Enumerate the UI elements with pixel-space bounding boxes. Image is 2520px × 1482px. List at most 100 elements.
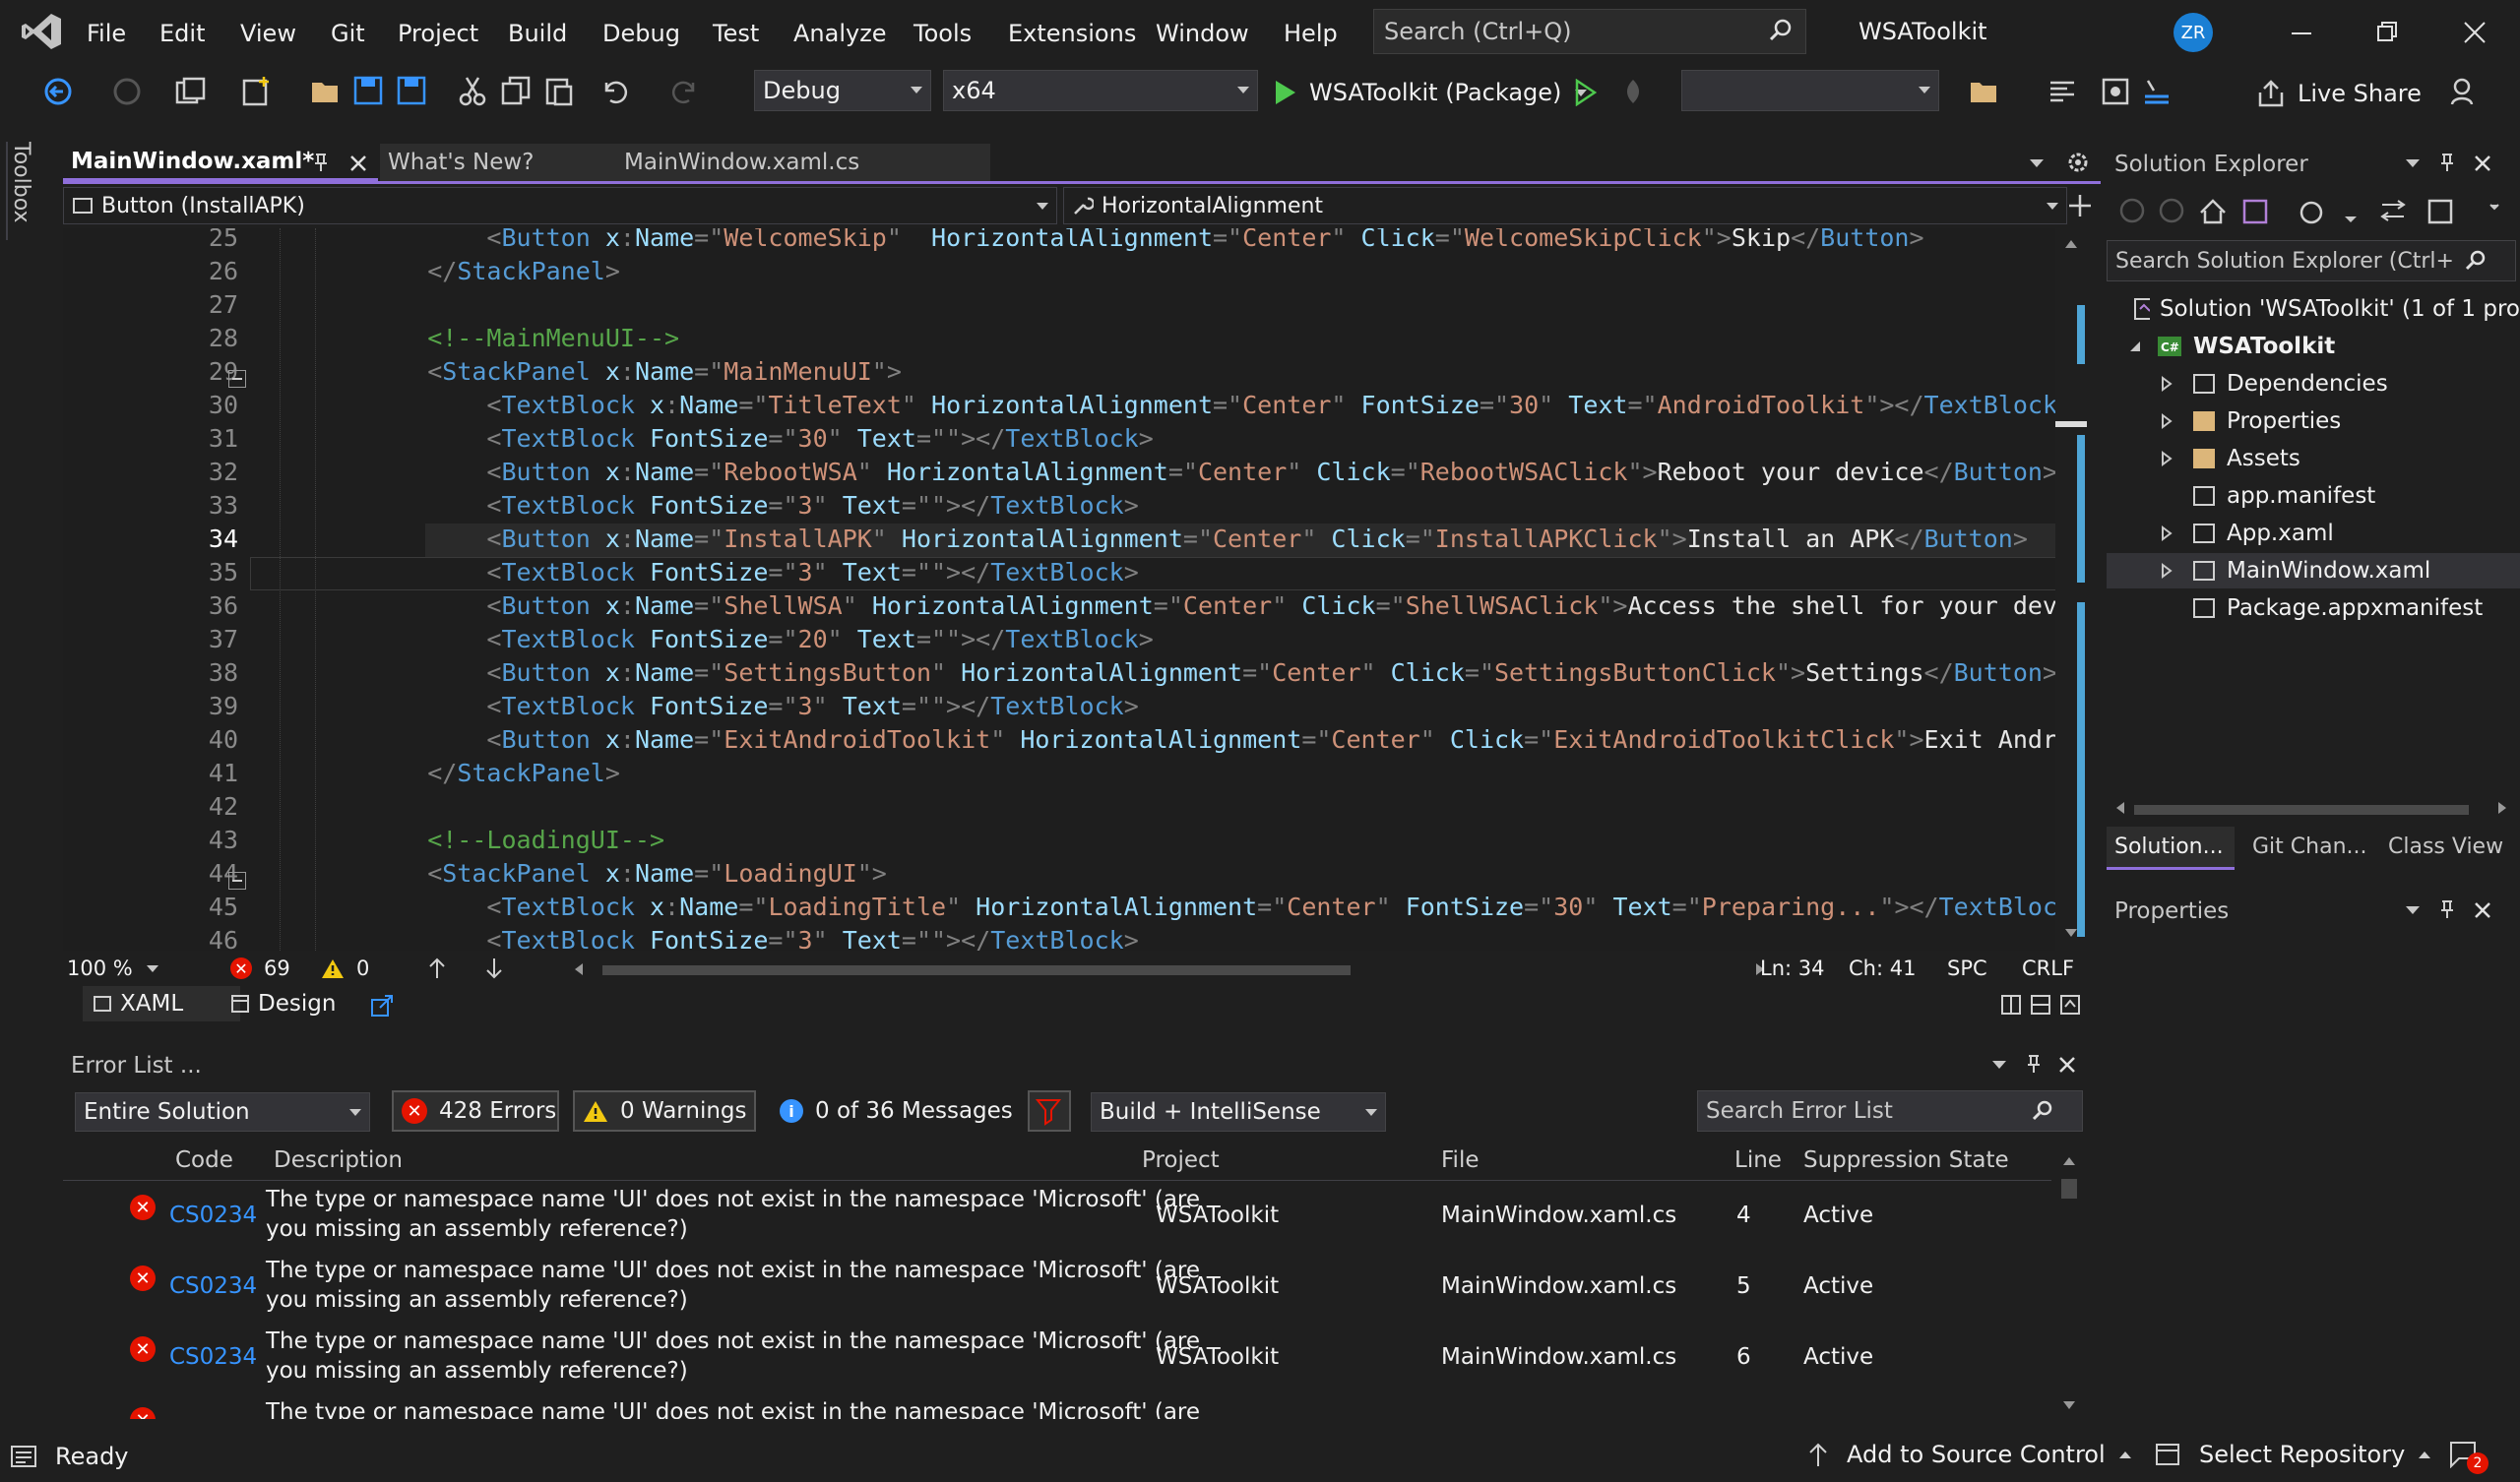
menu-window[interactable]: Window (1156, 20, 1249, 47)
error-indicator[interactable]: ✕ 69 (230, 957, 290, 980)
select-repository-button[interactable]: Select Repository (2154, 1441, 2431, 1468)
save-icon[interactable] (352, 75, 384, 106)
tab-mainwindow-xaml-cs[interactable]: MainWindow.xaml.cs (616, 144, 990, 181)
save-all-icon[interactable] (396, 75, 427, 106)
format-icon[interactable] (2048, 77, 2077, 106)
scroll-down-icon[interactable] (2063, 927, 2079, 939)
horizontal-scrollbar[interactable] (573, 962, 1774, 976)
tree-item-package-appxmanifest[interactable]: Package.appxmanifest (2107, 590, 2520, 626)
cell-code[interactable]: CS0234 (169, 1344, 257, 1370)
tab-overflow-icon[interactable] (2028, 157, 2046, 169)
navigate-back-icon[interactable] (43, 77, 73, 106)
search-error-list-input[interactable]: Search Error List (1697, 1090, 2083, 1132)
build-source-select[interactable]: Build + IntelliSense (1091, 1092, 1386, 1132)
element-select[interactable]: Button (InstallAPK) (63, 187, 1057, 224)
line-ending-indicator[interactable]: CRLF (2022, 957, 2074, 980)
startup-item-select[interactable] (1681, 70, 1939, 111)
live-share-button[interactable]: Live Share (2256, 75, 2422, 112)
messages-filter-button[interactable]: i 0 of 36 Messages (772, 1090, 1013, 1132)
column-line[interactable]: Line (1734, 1147, 1782, 1173)
pin-panel-icon[interactable] (2024, 1053, 2044, 1075)
whitespace-indicator[interactable]: SPC (1947, 957, 1987, 980)
se-horizontal-scrollbar[interactable] (2114, 801, 2508, 817)
restore-button[interactable] (2366, 20, 2406, 45)
paste-icon[interactable] (543, 75, 575, 106)
scroll-up-icon[interactable] (2063, 238, 2079, 250)
solution-folder-icon[interactable] (1969, 77, 1998, 106)
code-editor[interactable]: 25 <Button x:Name="WelcomeSkip" Horizont… (63, 228, 2087, 951)
split-icon[interactable] (2067, 193, 2093, 218)
menu-edit[interactable]: Edit (159, 20, 205, 47)
table-row[interactable]: ✕ CS0234 The type or namespace name 'UI' d… (63, 1183, 2051, 1254)
column-description[interactable]: Description (274, 1147, 403, 1173)
avatar[interactable]: ZR (2174, 13, 2213, 52)
property-select[interactable]: HorizontalAlignment (1063, 187, 2067, 224)
props-close-icon[interactable] (2473, 900, 2492, 920)
undo-icon[interactable] (598, 75, 630, 106)
panel-menu-icon[interactable] (1990, 1059, 2008, 1071)
tab-design[interactable]: Design (220, 986, 336, 1021)
se-close-icon[interactable] (2473, 154, 2492, 173)
menu-analyze[interactable]: Analyze (793, 20, 887, 47)
error-scroll-thumb[interactable] (2061, 1179, 2077, 1199)
solution-node[interactable]: Solution 'WSAToolkit' (1 of 1 pro (2132, 291, 2520, 327)
table-row[interactable]: ✕ CS0234 The type or namespace name 'UI' d… (63, 1325, 2051, 1395)
scope-select[interactable]: Entire Solution (75, 1092, 370, 1132)
add-item-icon[interactable] (240, 75, 274, 108)
next-issue-icon[interactable] (484, 957, 504, 980)
start-debugging-button[interactable]: WSAToolkit (Package) (1272, 73, 1588, 112)
gear-icon[interactable] (2065, 150, 2091, 175)
cell-code[interactable]: CS0234 (169, 1203, 257, 1228)
props-pin-icon[interactable] (2437, 898, 2457, 920)
tree-item-assets[interactable]: Assets (2107, 441, 2520, 476)
debug-target-icon[interactable] (2101, 77, 2130, 106)
column-code[interactable]: Code (175, 1147, 233, 1173)
notifications-icon[interactable]: 2 (2447, 1439, 2488, 1474)
cut-icon[interactable] (457, 75, 488, 106)
table-row[interactable]: ✕ CS0234 The type or namespace name 'UI' d… (63, 1254, 2051, 1325)
popout-icon[interactable] (370, 994, 394, 1018)
tree-item-mainwindow-xaml[interactable]: MainWindow.xaml (2107, 553, 2520, 588)
props-menu-icon[interactable] (2404, 904, 2422, 916)
menu-debug[interactable]: Debug (602, 20, 680, 47)
line-indicator[interactable]: Ln: 34 (1760, 957, 1824, 980)
vs-logo-icon[interactable] (20, 12, 63, 51)
menu-file[interactable]: File (87, 20, 126, 47)
redo-icon[interactable] (669, 75, 701, 106)
menu-view[interactable]: View (240, 20, 296, 47)
tab-xaml[interactable]: XAML (83, 986, 240, 1021)
menu-help[interactable]: Help (1284, 20, 1338, 47)
start-without-debugging-icon[interactable] (1573, 79, 1597, 106)
table-row[interactable]: ✕ The type or namespace name 'UI' does no… (63, 1395, 2051, 1419)
menu-tools[interactable]: Tools (914, 20, 972, 47)
breakpoint-icon[interactable] (2142, 77, 2172, 106)
hot-reload-icon[interactable] (1618, 77, 1648, 106)
menu-extensions[interactable]: Extensions (1008, 20, 1136, 47)
se-menu-icon[interactable] (2404, 157, 2422, 169)
search-solution-explorer-input[interactable]: Search Solution Explorer (Ctrl+ (2107, 240, 2516, 281)
horizontal-split-icon[interactable] (2030, 994, 2051, 1016)
collapse-44-icon[interactable] (228, 872, 246, 890)
se-tab-solution[interactable]: Solution... (2107, 827, 2235, 870)
close-tab-icon[interactable] (348, 154, 368, 173)
configuration-select[interactable]: Debug (754, 70, 931, 111)
filter-icon[interactable] (1028, 1090, 1071, 1132)
output-icon[interactable] (10, 1445, 37, 1468)
close-panel-icon[interactable] (2057, 1055, 2077, 1075)
menu-build[interactable]: Build (508, 20, 567, 47)
minimize-button[interactable] (2282, 20, 2321, 43)
vertical-scrollbar[interactable] (2055, 228, 2087, 951)
error-list-scrollbar[interactable] (2055, 1147, 2083, 1419)
close-window-button[interactable] (2455, 18, 2494, 47)
se-pin-icon[interactable] (2437, 152, 2457, 173)
se-tab-class-view[interactable]: Class View (2388, 834, 2503, 859)
tree-item-app-xaml[interactable]: App.xaml (2107, 516, 2520, 551)
add-to-source-control-button[interactable]: Add to Source Control (1807, 1441, 2131, 1468)
warning-indicator[interactable]: 0 (321, 957, 369, 980)
project-node[interactable]: C# WSAToolkit (2126, 329, 2335, 364)
collapse-29-icon[interactable] (228, 370, 246, 388)
menu-project[interactable]: Project (398, 20, 478, 47)
menu-test[interactable]: Test (713, 20, 759, 47)
feedback-icon[interactable] (2449, 77, 2481, 108)
column-indicator[interactable]: Ch: 41 (1849, 957, 1916, 980)
